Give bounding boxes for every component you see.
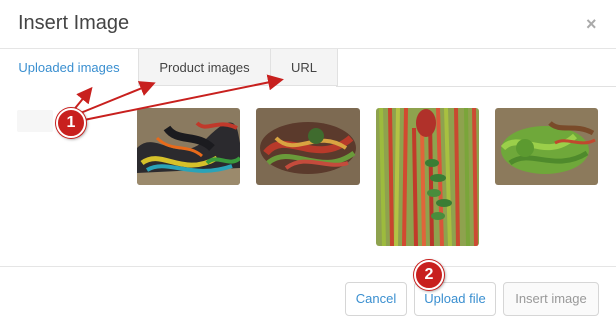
image-thumbnail-4[interactable] [495, 108, 598, 185]
dialog-title: Insert Image [18, 12, 130, 34]
yarn-image-3 [376, 108, 479, 246]
annotation-marker-2: 2 [414, 260, 444, 290]
tab-bar: Uploaded images Product images URL [0, 49, 616, 87]
image-thumbnail-1[interactable] [137, 108, 240, 185]
image-thumbnail-3[interactable] [376, 108, 479, 246]
yarn-image-4 [495, 108, 598, 185]
tab-uploaded-images[interactable]: Uploaded images [0, 49, 138, 86]
yarn-image-2 [256, 108, 360, 185]
image-thumbnail-2[interactable] [256, 108, 360, 185]
close-icon[interactable]: × [586, 14, 597, 35]
tab-url[interactable]: URL [270, 49, 338, 86]
footer-divider [0, 266, 616, 267]
cancel-button[interactable]: Cancel [345, 282, 407, 316]
image-placeholder [17, 110, 53, 132]
tab-product-images[interactable]: Product images [138, 49, 271, 86]
insert-image-dialog: Insert Image × Uploaded images Product i… [0, 0, 616, 329]
tab-bar-underline [336, 86, 616, 87]
annotation-marker-1: 1 [56, 108, 86, 138]
yarn-image-1 [137, 108, 240, 185]
insert-image-button[interactable]: Insert image [503, 282, 599, 316]
